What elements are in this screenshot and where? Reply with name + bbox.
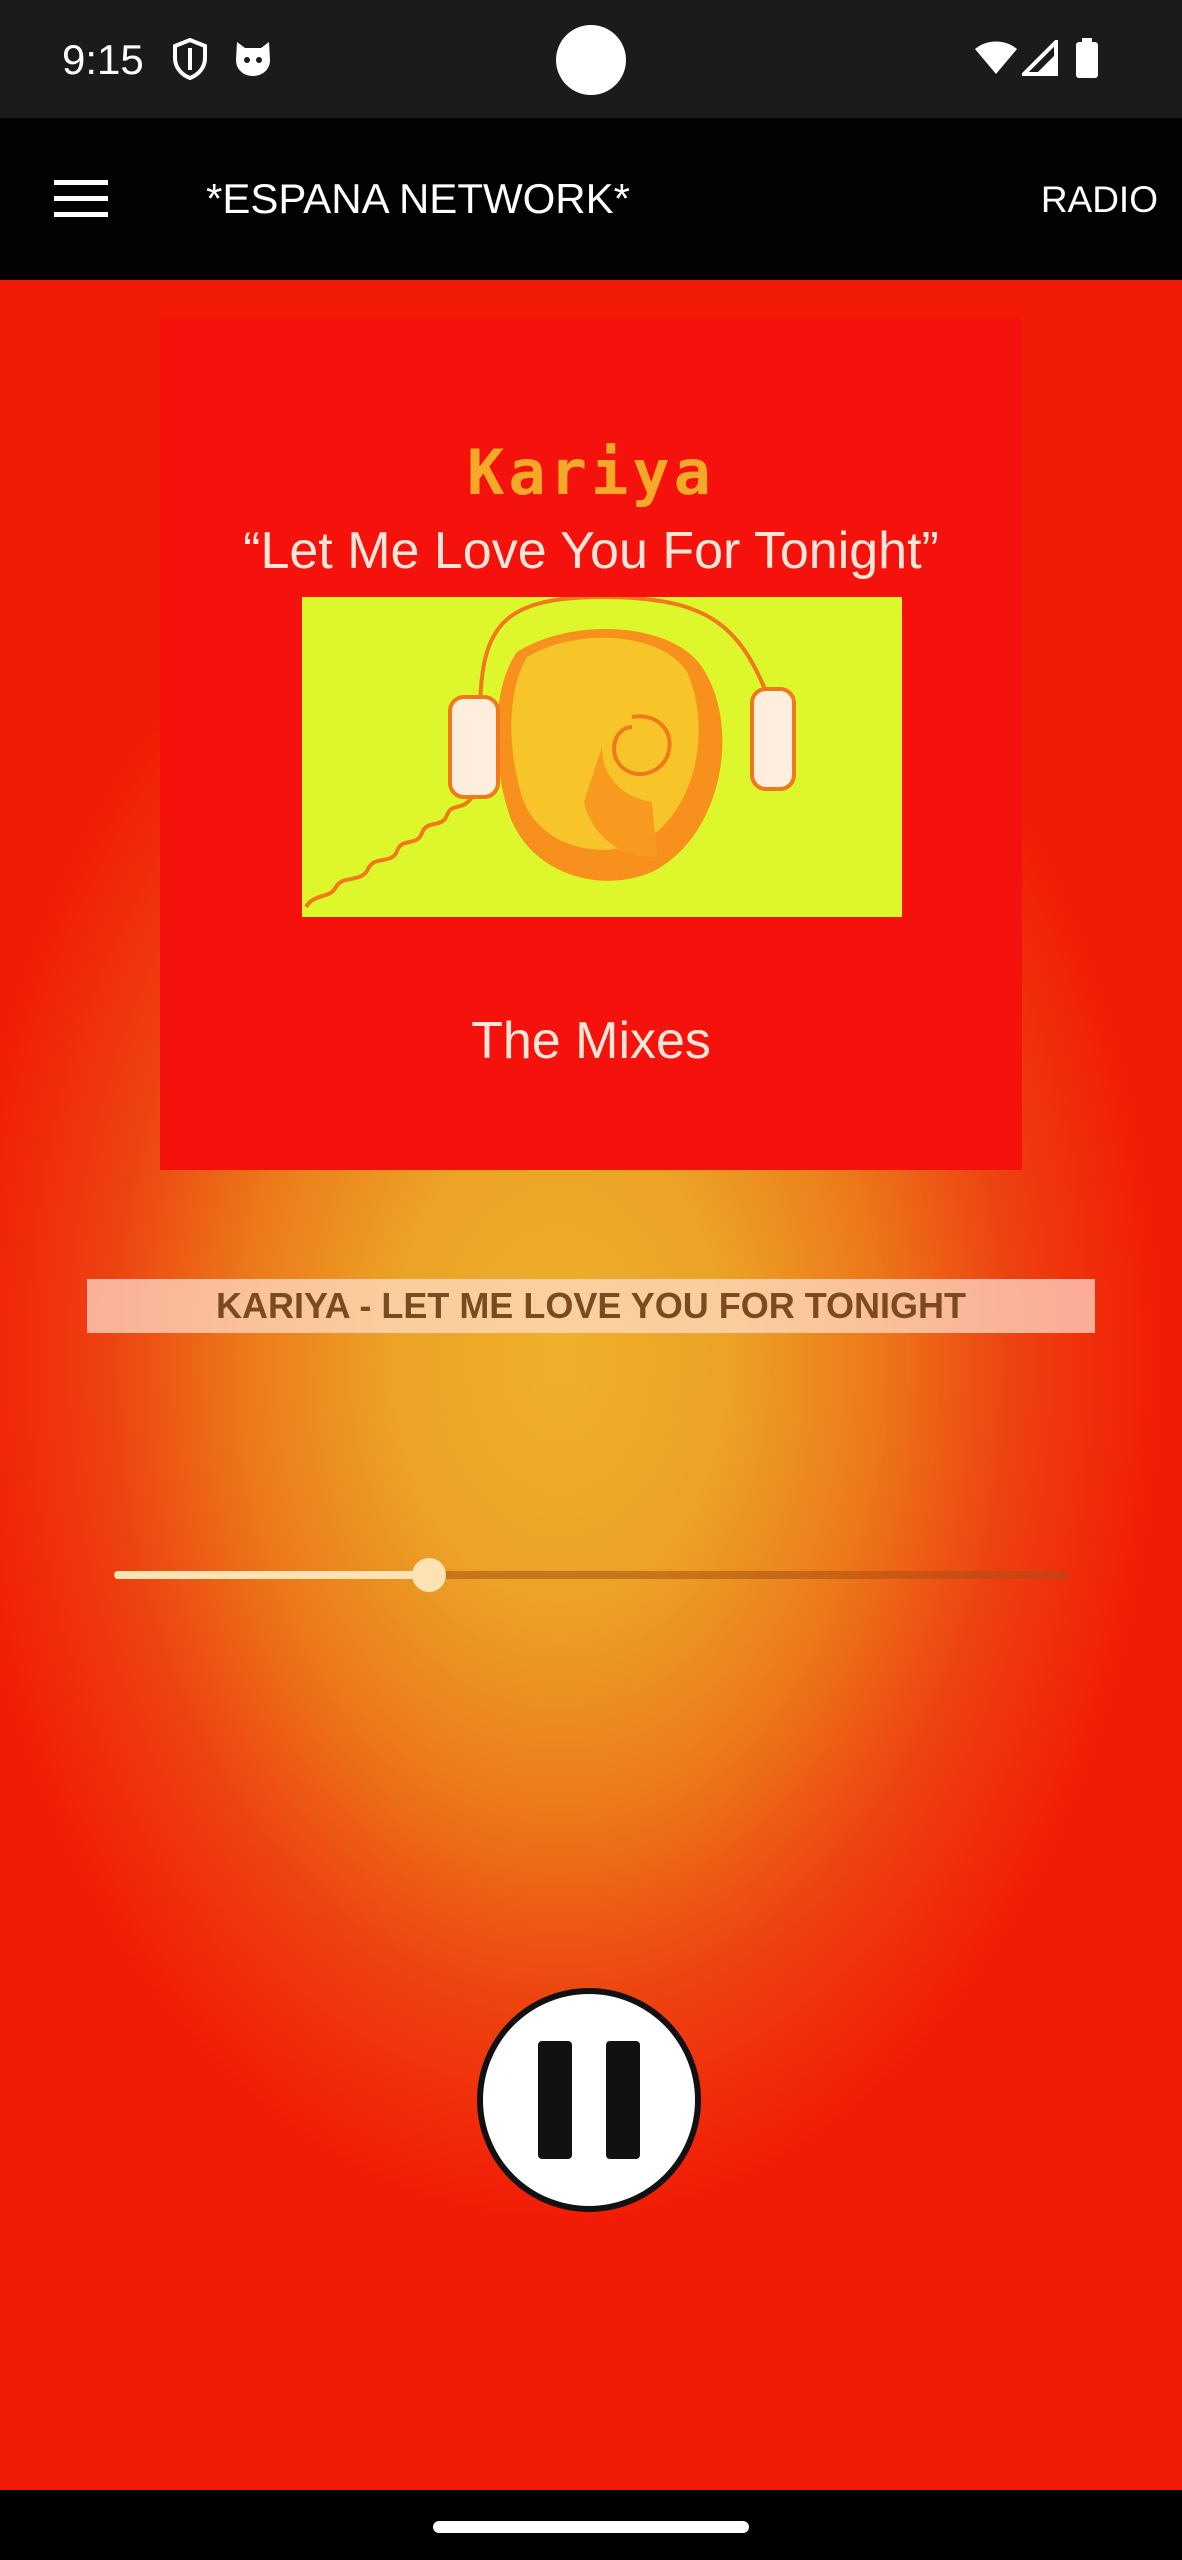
seek-progress bbox=[114, 1571, 429, 1579]
battery-icon bbox=[1076, 38, 1098, 83]
album-song-title: “Let Me Love You For Tonight” bbox=[243, 522, 939, 580]
wifi-icon bbox=[974, 40, 1018, 81]
cat-notification-icon bbox=[232, 38, 274, 83]
album-artist: Kariya bbox=[467, 436, 715, 509]
camera-cutout bbox=[556, 25, 626, 95]
pause-icon bbox=[538, 2041, 640, 2159]
pause-icon-bar-right bbox=[606, 2041, 640, 2159]
app-title: *ESPANA NETWORK* bbox=[206, 175, 630, 222]
headphones-face-illustration bbox=[302, 597, 902, 917]
album-subtitle: The Mixes bbox=[471, 1012, 711, 1070]
seek-bar[interactable] bbox=[114, 1558, 1068, 1592]
seek-thumb[interactable] bbox=[411, 1558, 446, 1592]
navigation-bar bbox=[0, 2490, 1182, 2560]
pause-button[interactable] bbox=[477, 1988, 701, 2212]
app-bar: *ESPANA NETWORK* RADIO bbox=[0, 118, 1182, 280]
cell-signal-icon bbox=[1019, 37, 1058, 81]
status-bar: 9:15 bbox=[0, 0, 1182, 118]
radio-button[interactable]: RADIO bbox=[1041, 175, 1158, 225]
player-screen: Kariya “Let Me Love You For Tonight” The… bbox=[0, 280, 1182, 2490]
now-playing-title: KARIYA - LET ME LOVE YOU FOR TONIGHT bbox=[87, 1279, 1095, 1333]
hamburger-menu-button[interactable] bbox=[40, 158, 122, 240]
album-art: Kariya “Let Me Love You For Tonight” The… bbox=[160, 318, 1022, 1170]
hamburger-menu-icon bbox=[54, 180, 108, 217]
home-gesture-handle[interactable] bbox=[433, 2521, 749, 2533]
shield-icon bbox=[172, 37, 208, 85]
pause-icon-bar-left bbox=[538, 2041, 572, 2159]
status-time: 9:15 bbox=[62, 36, 144, 83]
